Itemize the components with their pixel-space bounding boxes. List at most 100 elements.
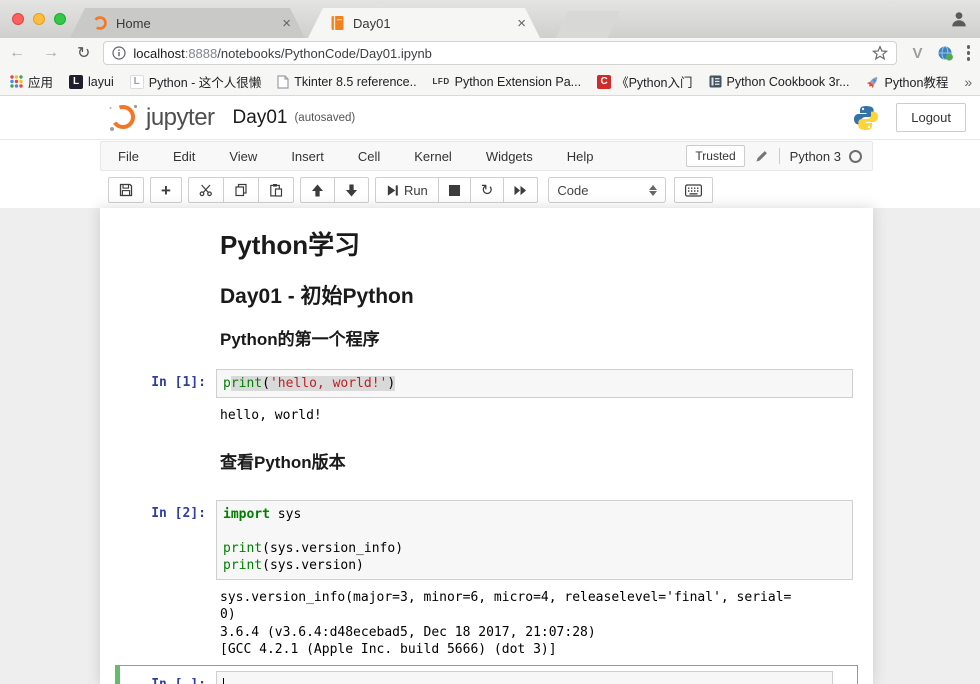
markdown-heading-3-first-program[interactable]: Python的第一个程序 [220, 330, 873, 350]
copy-cell-button[interactable] [223, 178, 258, 202]
minimize-window-button[interactable] [33, 13, 45, 25]
page-info-icon[interactable] [112, 46, 126, 60]
forward-icon[interactable]: → [34, 44, 68, 62]
interrupt-kernel-button[interactable] [438, 178, 470, 202]
jupyter-header: jupyter Day01 (autosaved) Logout [0, 96, 980, 140]
logout-button[interactable]: Logout [896, 103, 966, 132]
menu-view[interactable]: View [212, 149, 274, 164]
url-path: /notebooks/PythonCode/Day01.ipynb [217, 46, 432, 61]
stop-icon [449, 185, 460, 196]
tab-strip: Home × Day01 × [0, 0, 980, 38]
restart-kernel-button[interactable]: ↻ [470, 178, 504, 202]
scissors-icon [199, 183, 213, 197]
bookmark-apps[interactable]: 应用 [10, 72, 53, 91]
bookmarks-overflow-chevron[interactable]: » [964, 74, 976, 90]
back-icon[interactable]: ← [0, 44, 34, 62]
markdown-heading-3-version[interactable]: 查看Python版本 [220, 453, 873, 473]
restart-run-all-button[interactable] [503, 178, 537, 202]
insert-cell-below-button[interactable]: + [151, 178, 181, 202]
tab-close-icon[interactable]: × [513, 15, 530, 32]
keyboard-icon [685, 184, 702, 197]
menu-help[interactable]: Help [550, 149, 611, 164]
save-button[interactable] [109, 178, 143, 202]
cell-type-select[interactable]: Code [548, 177, 666, 203]
edit-title-pencil-icon[interactable] [755, 149, 769, 163]
reload-icon[interactable]: ↻ [68, 43, 99, 63]
jupyter-wordmark[interactable]: jupyter [146, 104, 215, 132]
tab-day01[interactable]: Day01 × [308, 8, 540, 38]
input-prompt: In [ ]: [120, 671, 216, 684]
notebook-menubar: File Edit View Insert Cell Kernel Widget… [100, 141, 873, 171]
code-input[interactable]: print('hello, world!') [216, 369, 853, 398]
tab-label: Day01 [353, 16, 513, 31]
menu-file[interactable]: File [101, 149, 156, 164]
notebook-title[interactable]: Day01 [233, 107, 288, 129]
layui-favicon: L [69, 75, 83, 89]
move-cell-down-button[interactable] [334, 178, 368, 202]
code-input[interactable]: import sys print(sys.version_info) print… [216, 500, 853, 580]
code-input-empty[interactable] [216, 671, 833, 684]
restart-icon: ↻ [481, 183, 494, 198]
command-palette-button[interactable] [675, 178, 712, 202]
bookmarks-bar: 应用 L layui L Python - 这个人很懒 Tkinter 8.5 … [0, 68, 980, 96]
document-icon [277, 75, 289, 89]
floppy-icon [119, 183, 133, 197]
letter-favicon: L [130, 75, 144, 89]
bookmark-tkinter[interactable]: Tkinter 8.5 reference.. [277, 75, 416, 89]
trusted-button[interactable]: Trusted [686, 145, 744, 167]
kernel-name: Python 3 [790, 149, 841, 164]
code-cell-1[interactable]: In [1]: print('hello, world!') [100, 369, 873, 398]
extension-v-icon[interactable]: V [905, 45, 929, 62]
address-bar[interactable]: localhost:8888/notebooks/PythonCode/Day0… [103, 41, 897, 65]
copy-icon [234, 183, 248, 197]
cut-cell-button[interactable] [189, 178, 223, 202]
bookmark-python-cookbook[interactable]: Python Cookbook 3r... [709, 75, 850, 89]
select-arrows-icon [649, 185, 657, 196]
cell-2-output: sys.version_info(major=3, minor=6, micro… [216, 589, 853, 659]
run-cell-button[interactable]: Run [376, 178, 438, 202]
zoom-window-button[interactable] [54, 13, 66, 25]
bookmark-layui[interactable]: L layui [69, 75, 114, 89]
tab-close-icon[interactable]: × [278, 15, 295, 32]
fast-forward-icon [514, 184, 527, 197]
chrome-menu-icon[interactable] [961, 45, 980, 61]
bookmark-python-intro[interactable]: C 《Python入门 [597, 72, 692, 91]
notebook-container: Python学习 Day01 - 初始Python Python的第一个程序 I… [100, 208, 873, 684]
jupyter-favicon [92, 15, 108, 31]
code-cell-3-selected[interactable]: In [ ]: [115, 665, 858, 684]
paste-cell-button[interactable] [258, 178, 293, 202]
input-prompt: In [1]: [100, 369, 216, 398]
code-cell-2[interactable]: In [2]: import sys print(sys.version_inf… [100, 500, 873, 580]
rocket-icon [866, 75, 880, 89]
notebook-toolbar: + [0, 172, 980, 208]
kernel-idle-indicator-icon [849, 150, 862, 163]
move-cell-up-button[interactable] [301, 178, 334, 202]
cell-1-output: hello, world! [216, 407, 853, 425]
new-tab-button[interactable] [556, 11, 620, 38]
bookmark-python-lazy[interactable]: L Python - 这个人很懒 [130, 72, 262, 91]
bookmark-python-extension[interactable]: LFD Python Extension Pa... [433, 75, 582, 89]
tab-home[interactable]: Home × [70, 8, 305, 38]
jupyter-logo-icon[interactable] [106, 101, 140, 135]
menu-cell[interactable]: Cell [341, 149, 397, 164]
extension-globe-icon[interactable] [930, 45, 961, 62]
autosave-status: (autosaved) [294, 112, 355, 124]
markdown-heading-1[interactable]: Python学习 [220, 230, 873, 260]
lfd-favicon: LFD [433, 77, 450, 86]
close-window-button[interactable] [12, 13, 24, 25]
profile-icon[interactable] [950, 10, 968, 28]
arrow-up-icon [311, 184, 324, 197]
menu-widgets[interactable]: Widgets [469, 149, 550, 164]
arrow-down-icon [345, 184, 358, 197]
apps-grid-icon [10, 75, 23, 88]
menu-kernel[interactable]: Kernel [397, 149, 469, 164]
paste-icon [269, 183, 283, 197]
markdown-heading-2[interactable]: Day01 - 初始Python [220, 284, 873, 310]
bookmark-python-tutorial[interactable]: Python教程 [866, 72, 949, 91]
menu-insert[interactable]: Insert [274, 149, 341, 164]
python-logo-icon [852, 104, 880, 132]
menu-edit[interactable]: Edit [156, 149, 212, 164]
bookmark-star-icon[interactable] [872, 45, 888, 61]
notebook-area: Python学习 Day01 - 初始Python Python的第一个程序 I… [0, 208, 980, 684]
input-prompt: In [2]: [100, 500, 216, 580]
